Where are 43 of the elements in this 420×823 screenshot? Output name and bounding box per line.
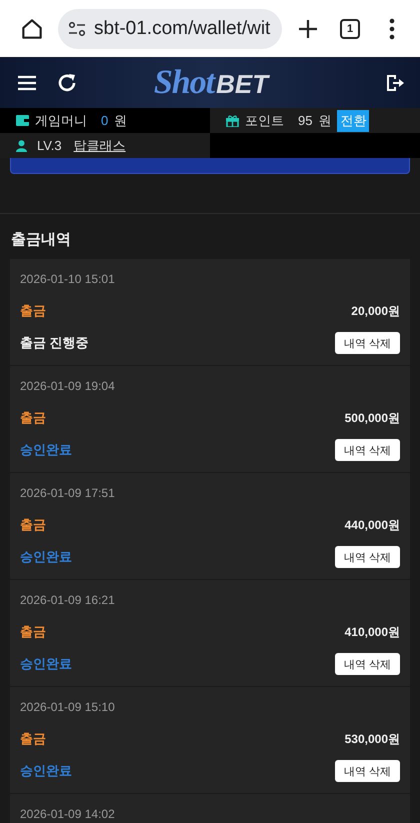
amount-text: 500,000원 — [344, 410, 400, 426]
address-bar[interactable]: sbt-01.com/wallet/wit — [58, 8, 282, 48]
date-text: 2026-01-09 14:02 — [20, 807, 115, 821]
date-text: 2026-01-09 16:21 — [20, 593, 115, 607]
status-text: 승인완료 — [20, 441, 72, 459]
wallet-icon — [16, 115, 29, 126]
user-icon — [16, 140, 27, 152]
user-level: LV.3 — [37, 138, 62, 153]
type-text: 출금 — [20, 302, 46, 320]
delete-button[interactable]: 내역 삭제 — [334, 546, 400, 568]
status-text: 승인완료 — [20, 548, 72, 566]
amount-text: 20,000원 — [351, 302, 400, 320]
status-text: 승인완료 — [20, 655, 72, 673]
amount-text: 410,000원 — [344, 624, 400, 640]
site-logo[interactable]: ShotBET — [96, 64, 326, 102]
amount-text: 440,000원 — [344, 516, 400, 534]
status-text: 출금 진행중 — [20, 334, 89, 352]
username-link[interactable]: 탑클래스 — [74, 136, 126, 154]
currency-unit: 원 — [318, 112, 332, 130]
gift-icon — [226, 114, 239, 126]
refresh-icon[interactable] — [56, 72, 78, 94]
status-text: 승인완료 — [20, 762, 72, 780]
date-text: 2026-01-09 15:10 — [20, 700, 115, 714]
type-text: 출금 — [20, 409, 46, 427]
delete-button[interactable]: 내역 삭제 — [334, 332, 400, 354]
currency-unit: 원 — [114, 112, 128, 130]
game-money-value: 0 — [101, 113, 108, 128]
delete-button[interactable]: 내역 삭제 — [334, 653, 400, 675]
section-title: 출금내역 — [10, 230, 72, 250]
delete-button[interactable]: 내역 삭제 — [334, 439, 400, 461]
date-text: 2026-01-09 19:04 — [20, 379, 115, 393]
type-text: 출금 — [20, 516, 46, 534]
site-settings-icon[interactable] — [68, 22, 86, 36]
type-text: 출금 — [20, 730, 46, 748]
point-label: 포인트 — [245, 112, 284, 130]
point-value: 95 — [298, 113, 312, 128]
date-text: 2026-01-10 15:01 — [20, 272, 115, 286]
delete-button[interactable]: 내역 삭제 — [334, 760, 400, 782]
tab-count[interactable]: 1 — [340, 18, 360, 38]
game-money-label: 게임머니 — [35, 112, 87, 130]
type-text: 출금 — [20, 623, 46, 641]
date-text: 2026-01-09 17:51 — [20, 486, 115, 500]
amount-text: 530,000원 — [344, 730, 400, 748]
